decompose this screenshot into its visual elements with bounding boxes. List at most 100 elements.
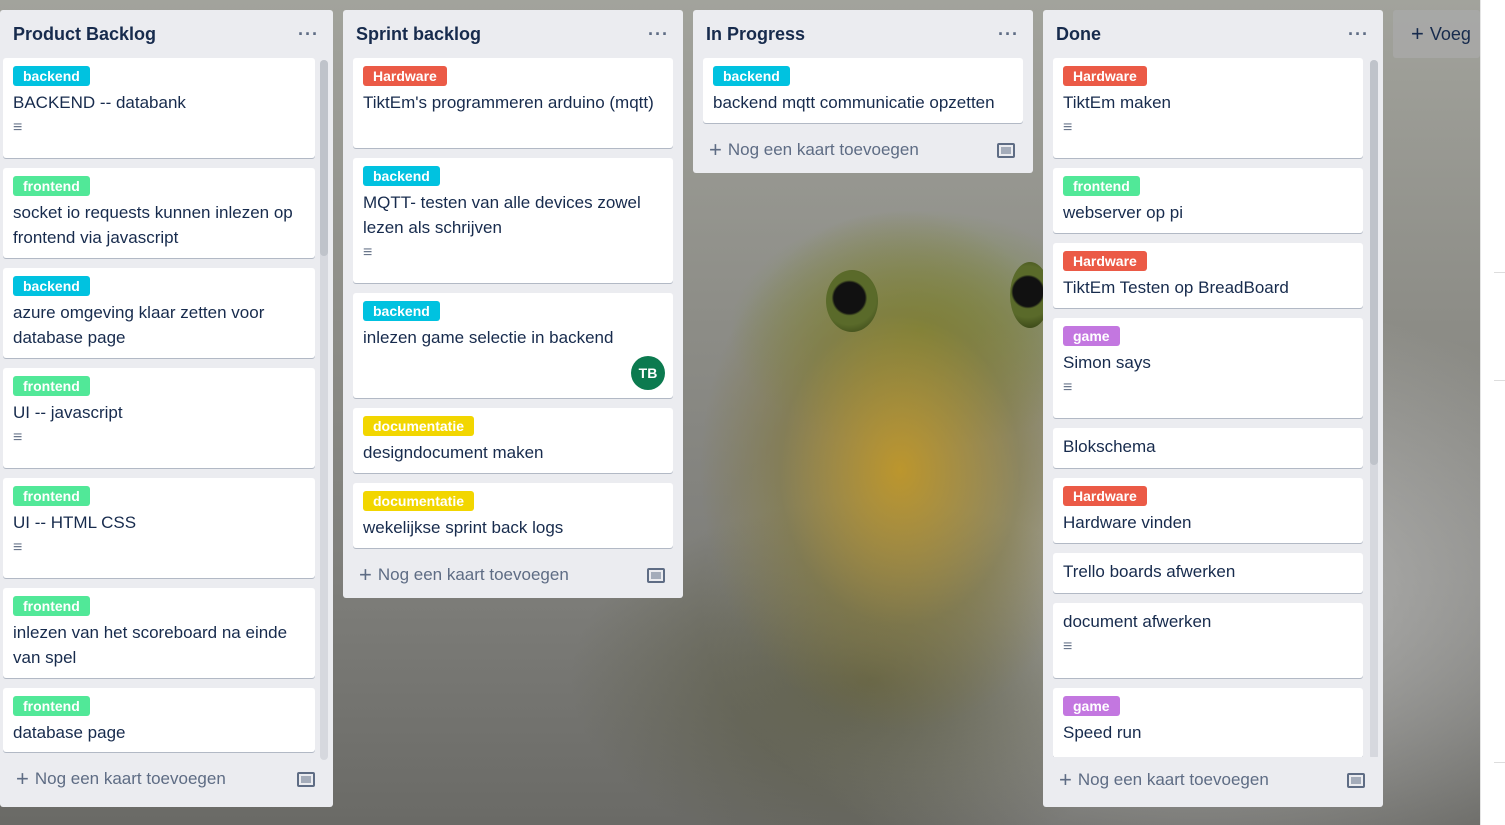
card[interactable]: Trello boards afwerken bbox=[1053, 553, 1363, 593]
card[interactable]: frontend inlezen van het scoreboard na e… bbox=[3, 588, 315, 678]
right-side-panel bbox=[1480, 0, 1505, 825]
card-label: frontend bbox=[13, 696, 90, 716]
card[interactable]: documentatie designdocument maken bbox=[353, 408, 673, 473]
list-scrollbar[interactable] bbox=[1370, 60, 1378, 760]
card-template-icon[interactable] bbox=[1347, 772, 1365, 788]
more-horizontal-icon[interactable]: ··· bbox=[1348, 24, 1369, 45]
card-title: Speed run bbox=[1063, 723, 1142, 742]
card-label: backend bbox=[13, 276, 90, 296]
plus-icon: + bbox=[1411, 21, 1424, 46]
card-title: socket io requests kunnen inlezen op fro… bbox=[13, 203, 293, 247]
description-icon: ≡ bbox=[13, 429, 23, 446]
card-title: designdocument maken bbox=[363, 443, 544, 462]
list-title[interactable]: Product Backlog bbox=[13, 24, 156, 45]
card-label: documentatie bbox=[363, 491, 475, 511]
card[interactable]: frontend UI -- javascript ≡ bbox=[3, 368, 315, 468]
card[interactable]: game Speed run bbox=[1053, 688, 1363, 758]
list-footer: + Nog een kaart toevoegen bbox=[1043, 757, 1383, 803]
card[interactable]: backend inlezen game selectie in backend… bbox=[353, 293, 673, 398]
more-horizontal-icon[interactable]: ··· bbox=[648, 24, 669, 45]
plus-icon: + bbox=[1059, 767, 1072, 792]
card-label: Hardware bbox=[1063, 66, 1147, 86]
card-label: frontend bbox=[13, 596, 90, 616]
card[interactable]: Hardware TiktEm Testen op BreadBoard bbox=[1053, 243, 1363, 308]
card-title: TiktEm maken bbox=[1063, 93, 1172, 112]
card[interactable]: documentatie wekelijkse sprint back logs bbox=[353, 483, 673, 548]
card[interactable]: frontend webserver op pi bbox=[1053, 168, 1363, 233]
card-title: document afwerken bbox=[1063, 612, 1212, 631]
add-list-button[interactable]: + Voeg bbox=[1393, 10, 1480, 58]
card-title: wekelijkse sprint back logs bbox=[363, 518, 564, 537]
description-icon: ≡ bbox=[1063, 638, 1073, 655]
card-title: BACKEND -- databank bbox=[13, 93, 186, 112]
add-card-button[interactable]: + Nog een kaart toevoegen bbox=[359, 564, 569, 586]
add-card-button[interactable]: + Nog een kaart toevoegen bbox=[1059, 769, 1269, 791]
card-template-icon[interactable] bbox=[297, 771, 315, 787]
more-horizontal-icon[interactable]: ··· bbox=[298, 24, 319, 45]
add-card-label: Nog een kaart toevoegen bbox=[1077, 770, 1269, 789]
card[interactable]: Blokschema bbox=[1053, 428, 1363, 468]
card-title: inlezen van het scoreboard na einde van … bbox=[13, 623, 288, 667]
card[interactable]: backend MQTT- testen van alle devices zo… bbox=[353, 158, 673, 283]
add-card-button[interactable]: + Nog een kaart toevoegen bbox=[709, 139, 919, 161]
plus-icon: + bbox=[709, 137, 722, 162]
avatar[interactable]: TB bbox=[631, 356, 665, 390]
card-template-icon[interactable] bbox=[997, 142, 1015, 158]
card[interactable]: Hardware TiktEm's programmeren arduino (… bbox=[353, 58, 673, 148]
add-card-button[interactable]: + Nog een kaart toevoegen bbox=[16, 768, 226, 790]
list-footer: + Nog een kaart toevoegen bbox=[693, 127, 1033, 173]
frog-eye-left bbox=[826, 270, 878, 332]
list-header: Sprint backlog ··· bbox=[343, 10, 683, 58]
card[interactable]: Hardware Hardware vinden bbox=[1053, 478, 1363, 543]
list-scrollbar[interactable] bbox=[320, 60, 328, 760]
card[interactable]: backend BACKEND -- databank ≡ bbox=[3, 58, 315, 158]
card-label: documentatie bbox=[363, 416, 475, 436]
card-label: backend bbox=[13, 66, 90, 86]
card-label: Hardware bbox=[363, 66, 447, 86]
list-product-backlog: Product Backlog ··· backend BACKEND -- d… bbox=[0, 10, 333, 807]
card-title: inlezen game selectie in backend bbox=[363, 328, 614, 347]
list-title[interactable]: In Progress bbox=[706, 24, 805, 45]
description-icon: ≡ bbox=[13, 119, 23, 136]
add-card-label: Nog een kaart toevoegen bbox=[34, 769, 226, 788]
card[interactable]: frontend UI -- HTML CSS ≡ bbox=[3, 478, 315, 578]
card[interactable]: document afwerken ≡ bbox=[1053, 603, 1363, 678]
card-label: frontend bbox=[13, 486, 90, 506]
add-card-label: Nog een kaart toevoegen bbox=[727, 140, 919, 159]
card[interactable]: frontend socket io requests kunnen inlez… bbox=[3, 168, 315, 258]
list-in-progress: In Progress ··· backend backend mqtt com… bbox=[693, 10, 1033, 173]
card-title: UI -- HTML CSS bbox=[13, 513, 137, 532]
plus-icon: + bbox=[16, 766, 29, 791]
card-title: UI -- javascript bbox=[13, 403, 123, 422]
card-template-icon[interactable] bbox=[647, 567, 665, 583]
card-title: webserver op pi bbox=[1063, 203, 1184, 222]
description-icon: ≡ bbox=[1063, 379, 1073, 396]
card[interactable]: backend backend mqtt communicatie opzett… bbox=[703, 58, 1023, 123]
list-header: Done ··· bbox=[1043, 10, 1383, 58]
card[interactable]: frontend database page bbox=[3, 688, 315, 752]
card[interactable]: Hardware TiktEm maken ≡ bbox=[1053, 58, 1363, 158]
plus-icon: + bbox=[359, 562, 372, 587]
card-label: Hardware bbox=[1063, 486, 1147, 506]
card-label: game bbox=[1063, 696, 1120, 716]
list-footer: + Nog een kaart toevoegen bbox=[343, 552, 683, 598]
description-icon: ≡ bbox=[363, 244, 373, 261]
card-title: Blokschema bbox=[1063, 437, 1156, 456]
card-label: backend bbox=[363, 166, 440, 186]
card-title: database page bbox=[13, 723, 126, 742]
card[interactable]: backend azure omgeving klaar zetten voor… bbox=[3, 268, 315, 358]
list-header: In Progress ··· bbox=[693, 10, 1033, 58]
card-label: frontend bbox=[13, 176, 90, 196]
card-title: backend mqtt communicatie opzetten bbox=[713, 93, 995, 112]
list-title[interactable]: Done bbox=[1056, 24, 1101, 45]
list-title[interactable]: Sprint backlog bbox=[356, 24, 481, 45]
card-title: Hardware vinden bbox=[1063, 513, 1192, 532]
card-label: backend bbox=[713, 66, 790, 86]
card-label: Hardware bbox=[1063, 251, 1147, 271]
more-horizontal-icon[interactable]: ··· bbox=[998, 24, 1019, 45]
card-title: TiktEm's programmeren arduino (mqtt) bbox=[363, 93, 654, 112]
list-sprint-backlog: Sprint backlog ··· Hardware TiktEm's pro… bbox=[343, 10, 683, 598]
card[interactable]: game Simon says ≡ bbox=[1053, 318, 1363, 418]
card-label: backend bbox=[363, 301, 440, 321]
add-card-label: Nog een kaart toevoegen bbox=[377, 565, 569, 584]
